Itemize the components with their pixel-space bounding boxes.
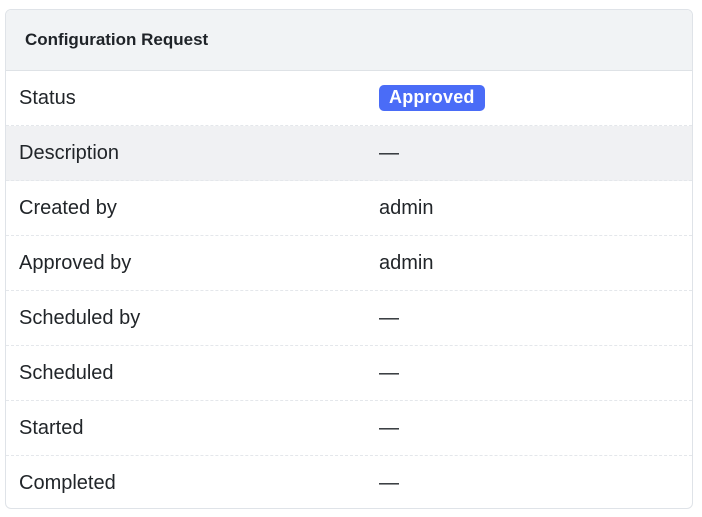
status-badge: Approved: [379, 85, 485, 111]
card-title: Configuration Request: [25, 30, 209, 49]
row-label-created-by: Created by: [19, 196, 117, 219]
detail-row-scheduled: Scheduled —: [6, 346, 692, 401]
row-value-approved-by: admin: [379, 251, 434, 274]
row-label-completed: Completed: [19, 472, 116, 494]
detail-row-approved-by: Approved by admin: [6, 236, 692, 291]
row-value-status: Approved: [379, 85, 485, 111]
row-value-created-by: admin: [379, 196, 434, 219]
row-label-approved-by: Approved by: [19, 251, 132, 274]
configuration-request-card: Configuration Request Status Approved De…: [5, 9, 693, 509]
row-value-started: —: [379, 416, 399, 439]
detail-row-created-by: Created by admin: [6, 181, 692, 236]
row-value-description: —: [379, 141, 399, 164]
row-value-scheduled-by: —: [379, 306, 399, 329]
detail-row-scheduled-by: Scheduled by —: [6, 291, 692, 346]
detail-row-status: Status Approved: [6, 71, 692, 126]
row-label-description: Description: [19, 141, 120, 164]
row-value-scheduled: —: [379, 361, 399, 384]
row-label-scheduled-by: Scheduled by: [19, 306, 141, 329]
row-label-started: Started: [19, 416, 84, 439]
detail-row-completed: Completed —: [6, 456, 692, 508]
row-label-scheduled: Scheduled: [19, 361, 114, 384]
row-label-status: Status: [19, 86, 76, 109]
card-header: Configuration Request: [6, 10, 692, 71]
detail-row-description: Description —: [6, 126, 692, 181]
detail-row-started: Started —: [6, 401, 692, 456]
row-value-completed: —: [379, 472, 399, 494]
